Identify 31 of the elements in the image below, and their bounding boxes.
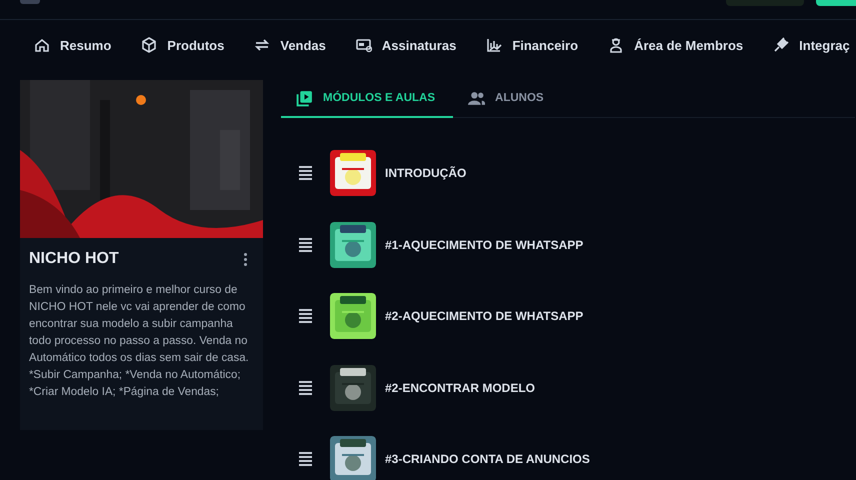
logo-icon [20,0,40,4]
nav-item[interactable]: Resumo [34,37,112,53]
tab[interactable]: MÓDULOS E AULAS [281,80,454,118]
nav-item[interactable]: Área de Membros [608,37,744,53]
card-icon [356,37,372,53]
nav-item[interactable]: Vendas [254,37,326,53]
module-title[interactable]: #1-AQUECIMENTO DE WHATSAPP [385,238,584,252]
arrows-icon [254,37,270,53]
module-title[interactable]: #2-AQUECIMENTO DE WHATSAPP [385,309,584,323]
drag-handle-icon[interactable] [299,238,312,252]
nav-item[interactable]: Financeiro [486,37,578,53]
nav-item[interactable]: Integraç [773,37,850,53]
chart-icon [486,37,502,53]
nav-item[interactable]: Produtos [141,37,224,53]
drag-handle-icon[interactable] [299,166,312,180]
play-icon [296,90,313,106]
drag-handle-icon[interactable] [299,380,312,394]
drag-handle-icon[interactable] [299,452,312,466]
home-icon [34,37,50,53]
user-icon [608,37,624,53]
people-icon [468,90,486,106]
tab[interactable]: ALUNOS [453,80,562,118]
module-title[interactable]: INTRODUÇÃO [385,166,466,180]
course-title: NICHO HOT [29,250,119,268]
drag-handle-icon[interactable] [299,309,312,323]
course-description: Bem vindo ao primeiro e melhor curso de NICHO HOT nele vc vai aprender de como encontrar sua modelo a subir campanha todo processo no passo a passo. Venda no Automático todos os dias sem sair de casa. *Subir Campanha; *Venda no Automático; *Criar Modelo IA; *Página de Vendas; [29,283,249,400]
module-title[interactable]: #2-ENCONTRAR MODELO [385,380,536,394]
nav-item[interactable]: Assinaturas [356,37,456,53]
cube-icon [141,37,158,53]
plug-icon [773,37,790,53]
module-title[interactable]: #3-CRIANDO CONTA DE ANUNCIOS [385,452,590,466]
